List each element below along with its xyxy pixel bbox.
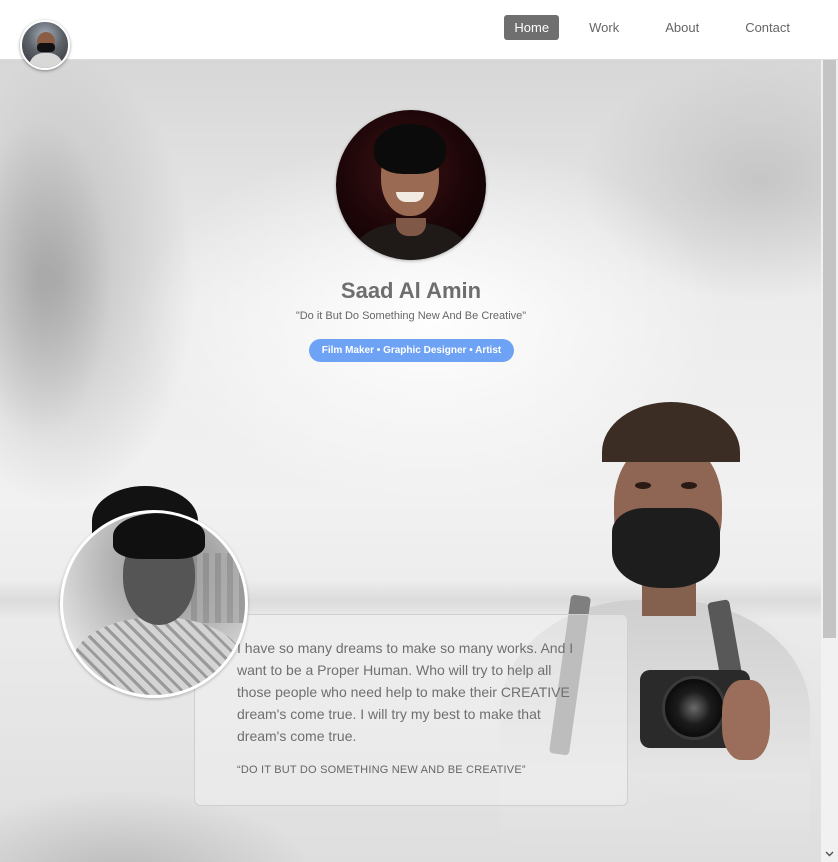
portrait-left-photo: [60, 510, 248, 698]
about-text: I have so many dreams to make so many wo…: [237, 640, 574, 744]
site-header: Home Work About Contact: [0, 0, 838, 60]
portrait-left-building: [191, 553, 245, 623]
nav-work-link[interactable]: Work: [579, 15, 629, 40]
nav-home-link[interactable]: Home: [504, 15, 560, 40]
main-nav: Home Work About Contact: [504, 15, 800, 40]
hero-quote: "Do it But Do Something New And Be Creat…: [295, 310, 527, 322]
portrait-eye-left: [635, 482, 651, 489]
logo-avatar-mask: [37, 43, 55, 52]
logo-avatar-shirt: [29, 53, 63, 68]
portrait-left-scarf: [73, 617, 243, 695]
hero-photo-hair: [374, 124, 446, 174]
portrait-face-mask: [612, 508, 720, 588]
hero-profile-photo: [336, 110, 486, 260]
hero-name: Saad Al Amin: [340, 278, 482, 303]
scroll-down-button[interactable]: [821, 845, 838, 862]
logo-avatar[interactable]: [20, 20, 70, 70]
scrollbar-thumb[interactable]: [823, 60, 836, 638]
portrait-eye-right: [681, 482, 697, 489]
camera-lens: [662, 676, 726, 740]
page-scrollbar[interactable]: [821, 60, 838, 862]
portrait-hand: [722, 680, 770, 760]
nav-about-link[interactable]: About: [655, 15, 709, 40]
about-quote: “DO IT BUT DO SOMETHING NEW AND BE CREAT…: [237, 764, 526, 776]
nav-contact-link[interactable]: Contact: [735, 15, 800, 40]
hero-photo-neck: [396, 218, 426, 236]
chevron-down-icon: [825, 851, 834, 856]
portrait-left-hair: [113, 513, 205, 559]
hero-roles-badge: Film Maker • Graphic Designer • Artist: [309, 339, 514, 362]
